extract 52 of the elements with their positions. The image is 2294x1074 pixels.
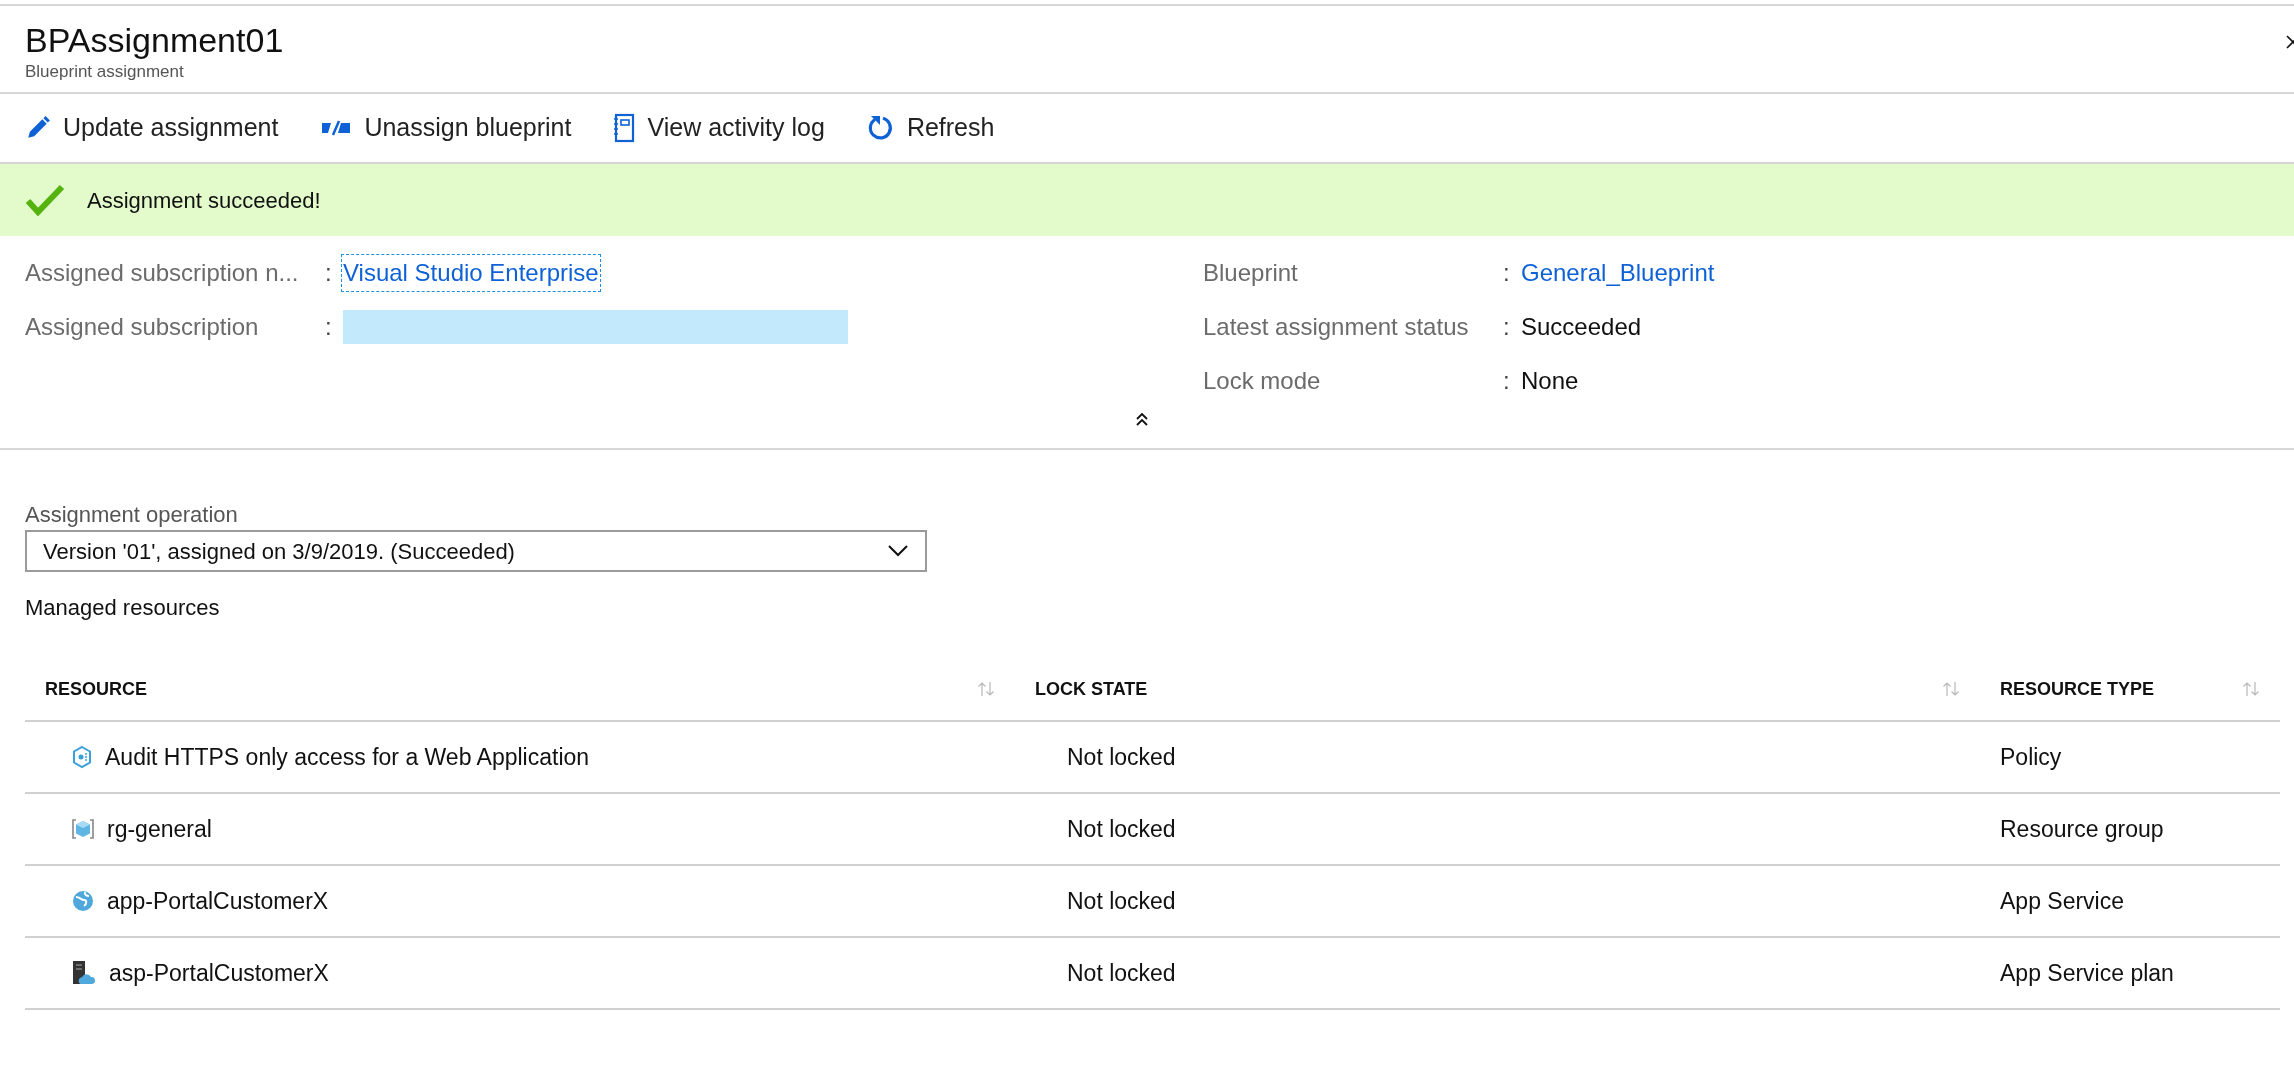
resource-name: asp-PortalCustomerX xyxy=(109,958,329,988)
resource-type-cell: Resource group xyxy=(2000,815,2164,842)
detail-link[interactable]: Visual Studio Enterprise xyxy=(342,255,600,291)
resource-type-cell: App Service plan xyxy=(2000,959,2174,986)
collapse-icon[interactable] xyxy=(1134,410,1150,428)
operation-dropdown[interactable]: Version '01', assigned on 3/9/2019. (Succeeded) xyxy=(25,530,927,572)
notebook-icon xyxy=(613,113,636,143)
colon-separator: : xyxy=(1503,366,1511,396)
lock-state-cell: Not locked xyxy=(1067,959,1176,986)
section-title: Managed resources xyxy=(25,594,221,622)
success-message: Assignment succeeded! xyxy=(87,186,321,215)
lock-state-cell: Not locked xyxy=(1067,743,1176,770)
toolbar-button[interactable]: Refresh xyxy=(866,109,995,147)
column-header: LOCK STATE xyxy=(1035,677,1148,701)
toolbar-button[interactable]: Unassign blueprint xyxy=(320,109,572,147)
resource-type-cell: Policy xyxy=(2000,743,2062,770)
resource-name: app-PortalCustomerX xyxy=(107,886,329,916)
colon-separator: : xyxy=(1503,258,1511,288)
detail-value: Succeeded xyxy=(1520,312,1643,342)
colon-separator: : xyxy=(1503,312,1511,342)
resource-name: rg-general xyxy=(107,814,212,844)
lock-state-cell: Not locked xyxy=(1067,887,1176,914)
detail-label: Blueprint xyxy=(1203,258,1299,288)
detail-label: Latest assignment status xyxy=(1203,312,1470,342)
checkmark-icon xyxy=(25,184,65,216)
pencil-icon xyxy=(25,115,51,141)
page-subtitle: Blueprint assignment xyxy=(25,61,185,83)
sort-icon[interactable] xyxy=(1942,681,1960,697)
detail-value: None xyxy=(1520,366,1580,396)
detail-label: Lock mode xyxy=(1203,366,1322,396)
lock-state-cell: Not locked xyxy=(1067,815,1176,842)
colon-separator: : xyxy=(325,312,333,342)
toolbar-button[interactable]: View activity log xyxy=(613,109,825,147)
server-cloud-icon xyxy=(71,960,97,986)
hexagon-icon xyxy=(71,745,93,769)
resource-name: Audit HTTPS only access for a Web Application xyxy=(105,742,590,772)
column-header: RESOURCE xyxy=(45,677,147,701)
detail-label: Assigned subscription xyxy=(25,312,260,342)
detail-link[interactable]: General_Blueprint xyxy=(1520,255,1716,291)
colon-separator: : xyxy=(325,258,333,288)
detail-label: Assigned subscription n... xyxy=(25,258,300,288)
column-header: RESOURCE TYPE xyxy=(2000,677,2155,701)
chevron-down-icon xyxy=(887,544,909,558)
resource-type-cell: App Service xyxy=(2000,887,2124,914)
toolbar-button[interactable]: Update assignment xyxy=(25,109,279,147)
sort-icon[interactable] xyxy=(2242,681,2260,697)
sort-icon[interactable] xyxy=(977,681,995,697)
refresh-icon xyxy=(866,114,895,142)
globe-icon xyxy=(71,889,95,913)
cube-icon xyxy=(71,817,95,841)
page-title: BPAssignment01 xyxy=(25,20,284,60)
field-label: Assignment operation xyxy=(25,502,239,528)
